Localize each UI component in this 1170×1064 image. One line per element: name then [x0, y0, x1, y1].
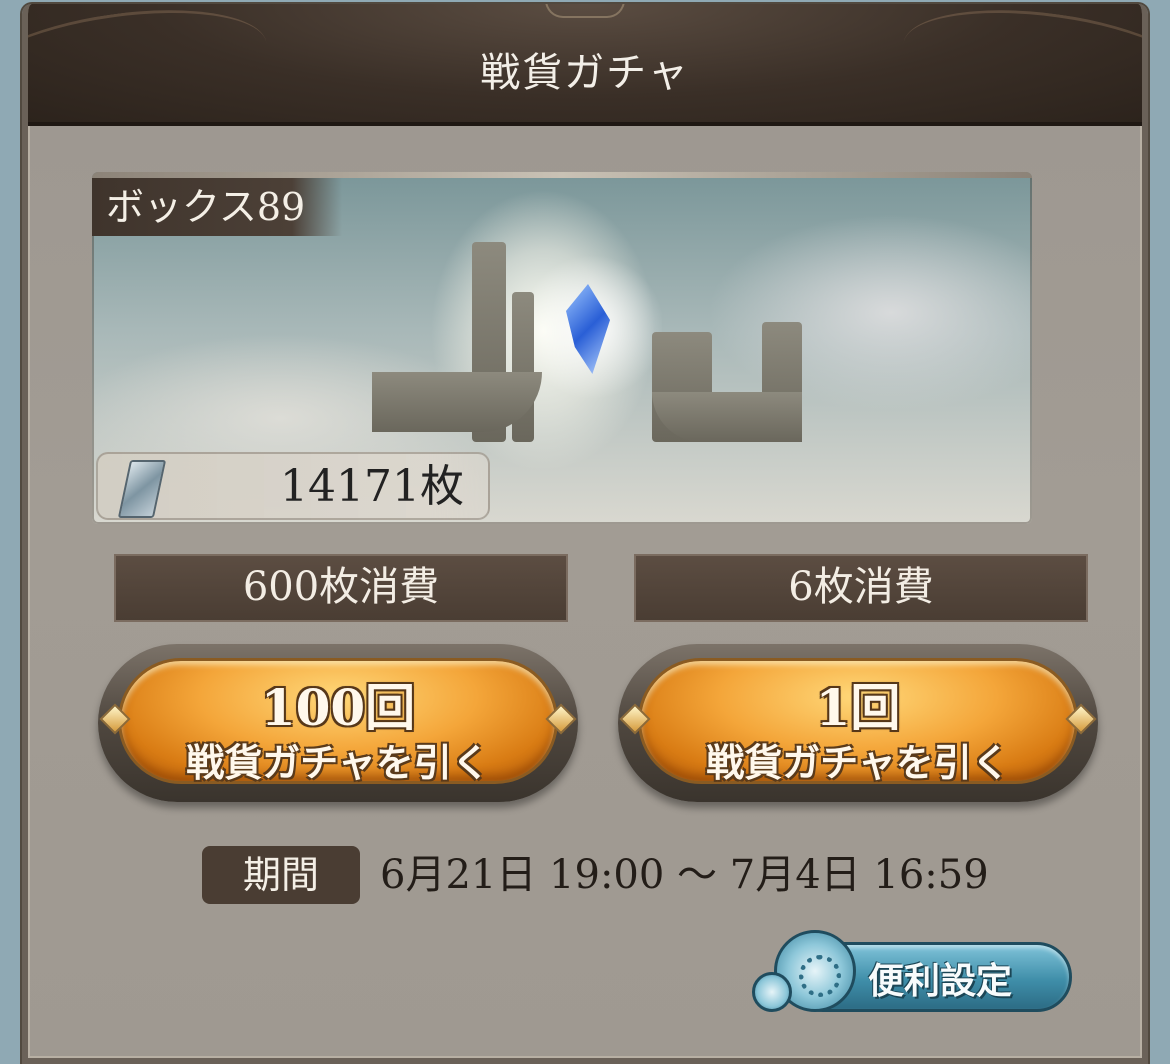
draw-100-count: 100回	[260, 678, 416, 737]
cost-label-100: 600枚消費	[114, 554, 568, 622]
draw-100-label: 戦貨ガチャを引く	[186, 741, 490, 785]
currency-counter: 14171枚	[96, 452, 490, 520]
period-label: 期間	[202, 846, 360, 904]
draw-1-count: 1回	[815, 678, 901, 737]
gear-icon	[752, 972, 792, 1012]
panel-header: 戦貨ガチャ	[28, 4, 1142, 135]
draw-100-button[interactable]: 100回 戦貨ガチャを引く	[98, 644, 578, 802]
box-banner: ボックス89 14171枚	[92, 172, 1032, 524]
header-ornament	[545, 4, 625, 18]
draw-1-button[interactable]: 1回 戦貨ガチャを引く	[618, 644, 1098, 802]
settings-button-label: 便利設定	[868, 961, 1013, 1002]
cost-label-1: 6枚消費	[634, 554, 1088, 622]
box-label: ボックス89	[92, 178, 342, 236]
settings-button[interactable]: 便利設定	[752, 926, 1072, 1018]
currency-count: 14171枚	[280, 461, 464, 512]
draw-1-label: 戦貨ガチャを引く	[706, 741, 1010, 785]
page-title: 戦貨ガチャ	[480, 50, 690, 96]
ticket-icon	[117, 460, 167, 518]
period-value: 6月21日 19:00 〜 7月4日 16:59	[380, 852, 989, 898]
gacha-panel: 戦貨ガチャ ボックス89 14171枚 600枚消費 6枚消費 100回 戦貨ガ…	[22, 4, 1148, 1064]
